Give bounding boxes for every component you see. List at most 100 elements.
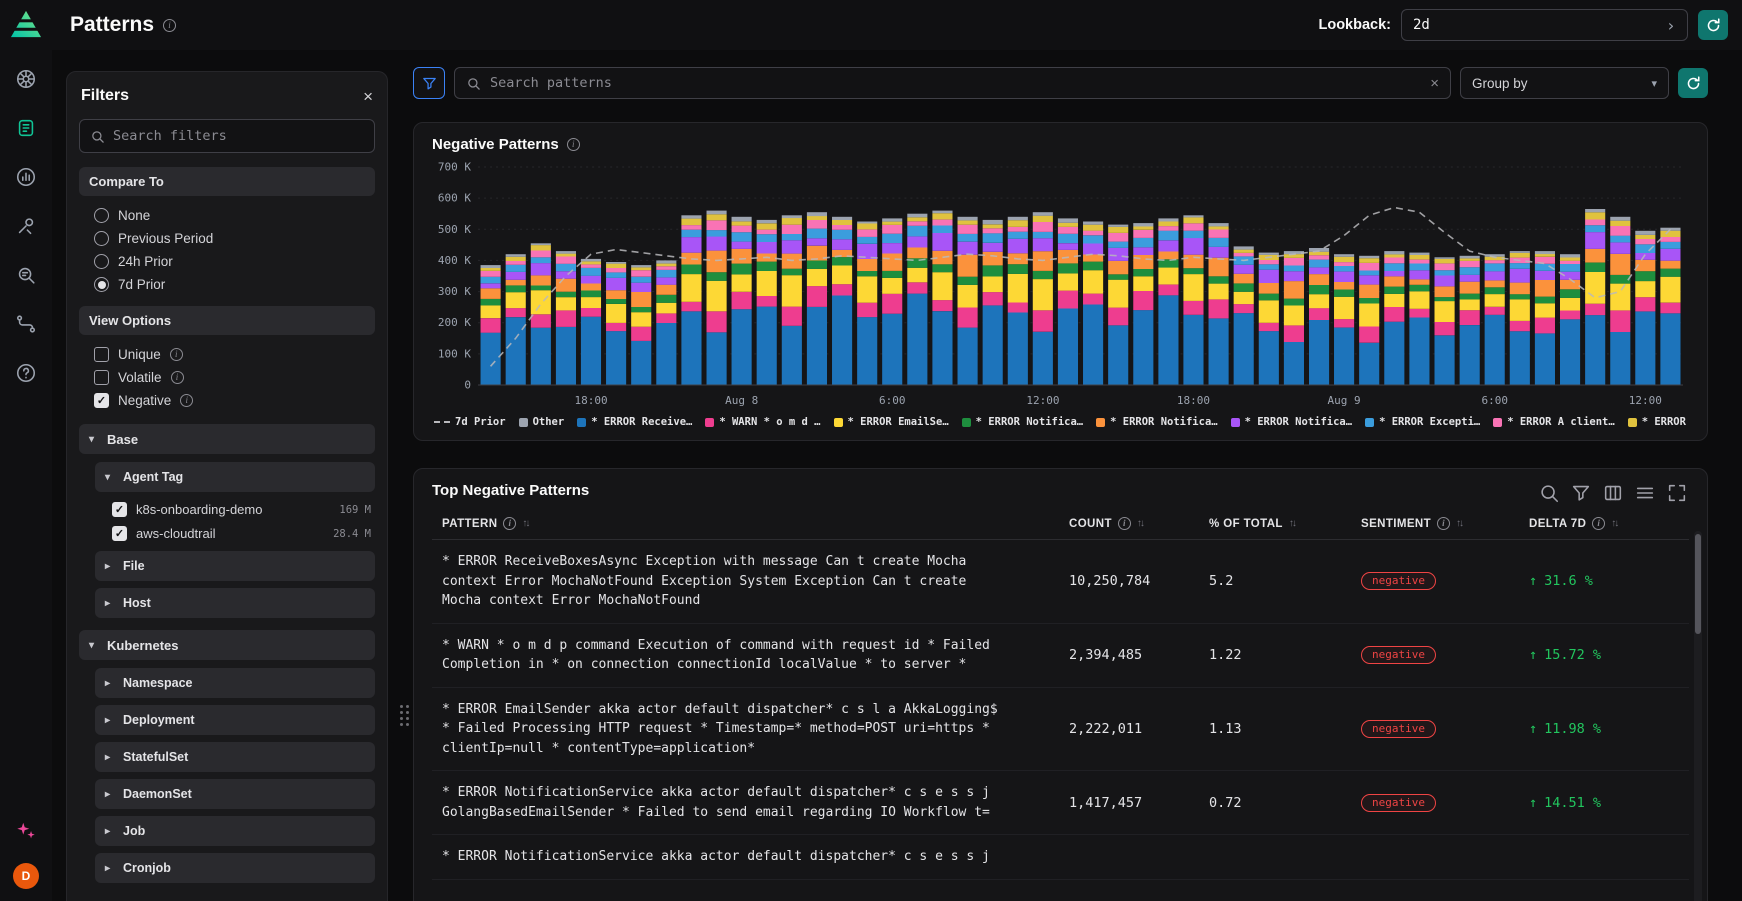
pattern-search-input[interactable] [490,75,1421,91]
delta-7d-cell: ↑15.72 % [1529,647,1679,663]
svg-text:Aug 9: Aug 9 [1328,394,1361,407]
sort-icon[interactable]: ↑↓ [522,518,530,529]
filter-toggle-button[interactable] [413,67,445,99]
count-cell: 1,417,457 [1069,795,1209,811]
table-scrollbar-thumb[interactable] [1695,534,1701,634]
refresh-button[interactable] [1678,68,1708,98]
legend-item-error-c-s[interactable]: * ERROR * c s … [1628,416,1689,428]
legend-label: 7d Prior [455,416,506,428]
log-search-icon[interactable] [15,264,37,286]
info-icon[interactable]: i [171,371,184,384]
legend-item-warn-o-m-d[interactable]: * WARN * o m d … [705,416,820,428]
filter-group-kubernetes[interactable]: ▾ Kubernetes [79,630,375,660]
pattern-row[interactable]: * ERROR ReceiveBoxesAsync Exception with… [432,540,1689,624]
chevron-right-icon: ▸ [105,715,115,726]
group-by-select[interactable]: Group by ▾ [1460,67,1669,99]
sentiment-badge: negative [1361,646,1436,664]
filter-field-cronjob[interactable]: ▸ Cronjob [95,853,375,883]
fleet-icon[interactable] [15,117,37,139]
app-logo[interactable] [9,8,43,40]
view-option-volatile[interactable]: Volatile i [79,366,375,389]
filter-field-statefulset[interactable]: ▸ StatefulSet [95,742,375,772]
lookback-select[interactable]: 2d › [1401,9,1688,41]
table-filter-icon[interactable] [1570,482,1587,499]
sort-icon[interactable]: ↑↓ [1289,518,1297,529]
whats-new-sparkles-icon[interactable] [15,820,37,847]
info-icon[interactable]: i [1437,517,1450,530]
help-icon[interactable] [15,362,37,384]
filter-section-view-options[interactable]: View Options [79,306,375,335]
chevron-down-icon: ▾ [89,640,99,651]
legend-item-other[interactable]: Other [519,416,565,428]
info-icon[interactable]: i [170,348,183,361]
filter-value-aws-cloudtrail[interactable]: ✓ aws-cloudtrail 28.4 M [112,523,371,544]
legend-item-error-a-client[interactable]: * ERROR A client… [1493,416,1614,428]
filter-group-base[interactable]: ▾ Base [79,424,375,454]
legend-item-error-receive[interactable]: * ERROR Receive… [577,416,692,428]
view-option-unique[interactable]: Unique i [79,343,375,366]
panel-resize-handle[interactable] [400,705,409,726]
legend-item-error-notifica[interactable]: * ERROR Notifica… [1096,416,1217,428]
filter-field-host[interactable]: ▸ Host [95,588,375,618]
clear-search-icon[interactable]: × [1430,75,1439,92]
pattern-row[interactable]: * ERROR NotificationService akka actor d… [432,771,1689,835]
legend-swatch [962,418,971,427]
info-icon[interactable]: i [503,517,516,530]
pattern-row[interactable]: * ERROR NotificationService akka actor d… [432,835,1689,880]
table-search-icon[interactable] [1538,482,1555,499]
legend-item-error-excepti[interactable]: * ERROR Excepti… [1365,416,1480,428]
column-header-pattern[interactable]: PATTERN i ↑↓ [442,517,1069,530]
tools-icon[interactable] [15,215,37,237]
filter-field-job[interactable]: ▸ Job [95,816,375,846]
filter-field-namespace[interactable]: ▸ Namespace [95,668,375,698]
filters-header: Filters × [81,87,373,105]
legend-item-7d-prior[interactable]: 7d Prior [434,416,506,428]
lookback-value: 2d [1413,17,1430,33]
column-header-count[interactable]: COUNT i ↑↓ [1069,517,1209,530]
negative-patterns-chart[interactable]: 0100 K200 K300 K400 K500 K600 K700 K18:0… [432,159,1689,411]
sort-icon[interactable]: ↑↓ [1611,518,1619,529]
pattern-search: × [454,67,1451,99]
column-header-sentiment[interactable]: SENTIMENT i ↑↓ [1361,517,1529,530]
dashboards-icon[interactable] [15,166,37,188]
column-label: % OF TOTAL [1209,518,1283,530]
legend-item-error-notifica[interactable]: * ERROR Notifica… [1231,416,1352,428]
refresh-button[interactable] [1698,10,1728,40]
user-avatar[interactable]: D [13,863,39,889]
view-option-negative[interactable]: ✓ Negative i [79,389,375,412]
compare-option-7d-prior[interactable]: 7d Prior [79,273,375,296]
pattern-row[interactable]: * ERROR EmailSender akka actor default d… [432,688,1689,772]
helm-icon[interactable] [15,68,37,90]
table-columns-icon[interactable] [1602,482,1619,499]
pipelines-icon[interactable] [15,313,37,335]
filter-field-deployment[interactable]: ▸ Deployment [95,705,375,735]
close-icon[interactable]: × [363,88,373,105]
column-header-of-total[interactable]: % OF TOTAL ↑↓ [1209,517,1361,530]
info-icon[interactable]: i [1592,517,1605,530]
legend-item-error-emailse[interactable]: * ERROR EmailSe… [834,416,949,428]
filter-section-compare-to[interactable]: Compare To [79,167,375,196]
svg-text:12:00: 12:00 [1629,394,1662,407]
info-icon[interactable]: i [180,394,193,407]
compare-option-24h-prior[interactable]: 24h Prior [79,250,375,273]
table-list-icon[interactable] [1634,482,1651,499]
filter-value-k8s-onboarding-demo[interactable]: ✓ k8s-onboarding-demo 169 M [112,499,371,520]
column-header-delta-7d[interactable]: DELTA 7D i ↑↓ [1529,517,1679,530]
sort-icon[interactable]: ↑↓ [1137,518,1145,529]
page-title-info-icon[interactable]: i [163,19,176,32]
filters-search-input[interactable] [113,128,364,144]
sentiment-badge: negative [1361,794,1436,812]
compare-option-previous-period[interactable]: Previous Period [79,227,375,250]
filter-field-agent-tag[interactable]: ▾ Agent Tag [95,462,375,492]
table-expand-icon[interactable] [1666,482,1683,499]
filter-field-file[interactable]: ▸ File [95,551,375,581]
pattern-row[interactable]: * WARN * o m d p command Execution of co… [432,624,1689,688]
legend-label: * ERROR Excepti… [1379,416,1480,428]
chart-info-icon[interactable]: i [567,138,580,151]
sort-icon[interactable]: ↑↓ [1456,518,1464,529]
compare-option-none[interactable]: None [79,204,375,227]
info-icon[interactable]: i [1118,517,1131,530]
filter-field-daemonset[interactable]: ▸ DaemonSet [95,779,375,809]
column-label: PATTERN [442,518,497,530]
legend-item-error-notifica[interactable]: * ERROR Notifica… [962,416,1083,428]
